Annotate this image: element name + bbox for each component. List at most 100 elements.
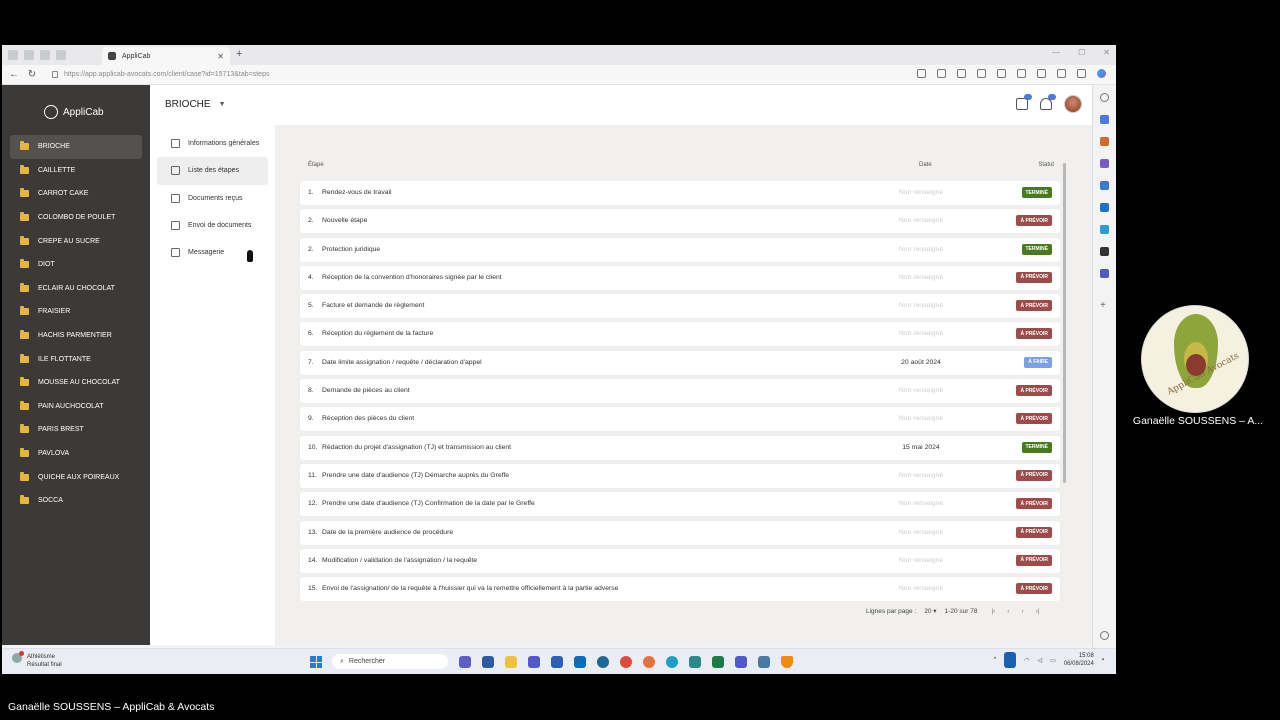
zoom-icon[interactable] xyxy=(917,69,926,78)
sidebar-item[interactable]: CAILLETTE xyxy=(10,159,142,183)
table-row[interactable]: 13. Date de la première audience de procé… xyxy=(300,520,1060,545)
notification-center-icon[interactable]: ▪ xyxy=(1102,657,1104,663)
status-badge[interactable]: TERMINÉ xyxy=(1021,243,1052,255)
split-screen-icon[interactable] xyxy=(997,69,1006,78)
search-icon[interactable] xyxy=(1100,93,1109,102)
table-row[interactable]: 15. Envoi de l'assignation/ de la requête… xyxy=(300,577,1060,602)
status-badge[interactable]: TERMINÉ xyxy=(1021,187,1052,198)
sidebar-item[interactable]: COLOMBO DE POULET xyxy=(10,206,142,230)
status-badge[interactable]: À PRÉVOIR xyxy=(1016,385,1052,397)
sidebar-item[interactable]: BRIOCHE xyxy=(10,135,142,159)
app-icon[interactable] xyxy=(597,656,609,668)
prev-page-icon[interactable]: ‹ xyxy=(1007,608,1009,615)
status-badge[interactable]: TERMINÉ xyxy=(1021,441,1052,453)
status-badge[interactable]: À PRÉVOIR xyxy=(1016,413,1052,425)
refresh-icon[interactable]: ↻ xyxy=(26,69,38,80)
wifi-icon[interactable]: ◠ xyxy=(1024,657,1029,664)
tab-item[interactable]: Liste des étapes xyxy=(157,157,268,185)
case-selector[interactable]: BRIOCHE ▼ xyxy=(165,99,226,110)
tab-item[interactable]: Documents reçus xyxy=(157,185,268,212)
table-row[interactable]: 1. Rendez-vous de travail Non renseigné TER… xyxy=(300,181,1060,205)
table-row[interactable]: 8. Demande de pièces au client Non renseig… xyxy=(300,379,1060,404)
tab-actions-icon[interactable] xyxy=(40,50,50,60)
status-badge[interactable]: À PRÉVOIR xyxy=(1016,583,1052,595)
outlook-icon[interactable] xyxy=(1100,203,1109,212)
chat-icon[interactable] xyxy=(1016,94,1032,110)
windows-start-icon[interactable] xyxy=(310,656,322,668)
performance-icon[interactable] xyxy=(1057,69,1066,78)
volume-icon[interactable]: ◁ xyxy=(1038,657,1043,664)
sidebar-item[interactable]: PAIN AUCHOCOLAT xyxy=(10,395,142,419)
back-icon[interactable]: ← xyxy=(8,69,20,80)
table-row[interactable]: 12. Prendre une date d'audience (TJ) Conf… xyxy=(300,492,1060,517)
sidebar-item[interactable]: PARIS BREST xyxy=(10,418,142,442)
user-avatar[interactable] xyxy=(1064,95,1082,113)
applicab-logo[interactable]: AppliCab xyxy=(44,105,104,119)
favorites-icon[interactable] xyxy=(1017,69,1026,78)
tab-item[interactable]: Informations générales xyxy=(157,130,268,157)
bell-icon[interactable] xyxy=(1040,94,1056,110)
workspaces-icon[interactable] xyxy=(24,50,34,60)
status-badge[interactable]: À PRÉVOIR xyxy=(1016,300,1052,312)
read-aloud-icon[interactable] xyxy=(937,69,946,78)
table-row[interactable]: 2. Protection juridique Non renseigné TERMI… xyxy=(300,237,1060,262)
app-icon[interactable] xyxy=(758,656,770,668)
scrollbar[interactable] xyxy=(1062,155,1067,600)
status-badge[interactable]: À PRÉVOIR xyxy=(1016,328,1052,340)
chevron-up-icon[interactable]: ^ xyxy=(993,657,996,663)
firefox-icon[interactable] xyxy=(643,656,655,668)
table-row[interactable]: 5. Facture et demande de règlement Non ren… xyxy=(300,294,1060,319)
table-row[interactable]: 9. Réception des pièces du client Non rens… xyxy=(300,407,1060,432)
maximize-icon[interactable]: ☐ xyxy=(1078,48,1085,57)
teams-icon[interactable] xyxy=(1100,269,1109,278)
table-row[interactable]: 11. Prendre une date d'audience (TJ) Déma… xyxy=(300,463,1060,488)
copilot-icon[interactable] xyxy=(1097,69,1106,78)
teams-icon[interactable] xyxy=(528,656,540,668)
status-badge[interactable]: À PRÉVOIR xyxy=(1016,469,1052,481)
header-statut[interactable]: Statut xyxy=(1038,162,1054,168)
sidebar-item[interactable]: SOCCA xyxy=(10,489,142,513)
status-badge[interactable]: À PRÉVOIR xyxy=(1016,526,1052,538)
send-icon[interactable] xyxy=(1100,225,1109,234)
sidebar-item[interactable]: CARROT CAKE xyxy=(10,182,142,206)
games-icon[interactable] xyxy=(1100,181,1109,190)
last-page-icon[interactable]: ›| xyxy=(1036,608,1040,615)
snipping-icon[interactable] xyxy=(689,656,701,668)
chrome-icon[interactable] xyxy=(620,656,632,668)
microphone-icon[interactable] xyxy=(1004,652,1017,668)
header-etape[interactable]: Étape xyxy=(308,162,324,168)
close-window-icon[interactable]: ✕ xyxy=(1103,48,1110,57)
outlook-icon[interactable] xyxy=(574,656,586,668)
tab-item[interactable]: Envoi de documents xyxy=(157,212,268,239)
status-badge[interactable]: À PRÉVOIR xyxy=(1016,271,1052,283)
minimize-icon[interactable]: — xyxy=(1052,48,1060,57)
table-row[interactable]: 14. Modification / validation de l'assign… xyxy=(300,548,1060,573)
browser-tab[interactable]: AppliCab ✕ xyxy=(102,47,230,65)
table-row[interactable]: 2. Nouvelle étape Non renseigné À PRÉVOIR xyxy=(300,209,1060,234)
settings-icon[interactable] xyxy=(1100,631,1109,640)
file-explorer-icon[interactable] xyxy=(505,656,517,668)
sidebar-item[interactable]: ILE FLOTTANTE xyxy=(10,347,142,371)
scrollbar-thumb[interactable] xyxy=(1063,163,1066,483)
rows-per-page-select[interactable]: 20 ▾ xyxy=(924,607,936,615)
table-row[interactable]: 7. Date limite assignation / requête / dé… xyxy=(300,350,1060,375)
teams-notification-icon[interactable] xyxy=(735,656,747,668)
people-icon[interactable] xyxy=(1100,159,1109,168)
status-badge[interactable]: À PRÉVOIR xyxy=(1016,554,1052,566)
sidebar-item[interactable]: DIOT xyxy=(10,253,142,277)
new-tab-icon[interactable]: + xyxy=(236,48,242,60)
status-badge[interactable]: À PRÉVOIR xyxy=(1016,215,1052,227)
sidebar-item[interactable]: PAVLOVA xyxy=(10,442,142,466)
sidebar-item[interactable]: MOUSSE AU CHOCOLAT xyxy=(10,371,142,395)
profile-icon[interactable] xyxy=(8,50,18,60)
status-badge[interactable]: À PRÉVOIR xyxy=(1016,498,1052,510)
favorite-star-icon[interactable] xyxy=(957,69,966,78)
next-page-icon[interactable]: › xyxy=(1021,608,1023,615)
weather-widget[interactable]: Athlétisme Résultat final xyxy=(12,651,62,669)
sidebar-item[interactable]: HACHIS PARMENTIER xyxy=(10,324,142,348)
close-tab-icon[interactable]: ✕ xyxy=(217,52,224,61)
collections-icon[interactable] xyxy=(1037,69,1046,78)
add-icon[interactable]: + xyxy=(1100,301,1109,311)
teams-chat-icon[interactable] xyxy=(459,656,471,668)
sidebar-item[interactable]: CREPE AU SUCRE xyxy=(10,229,142,253)
